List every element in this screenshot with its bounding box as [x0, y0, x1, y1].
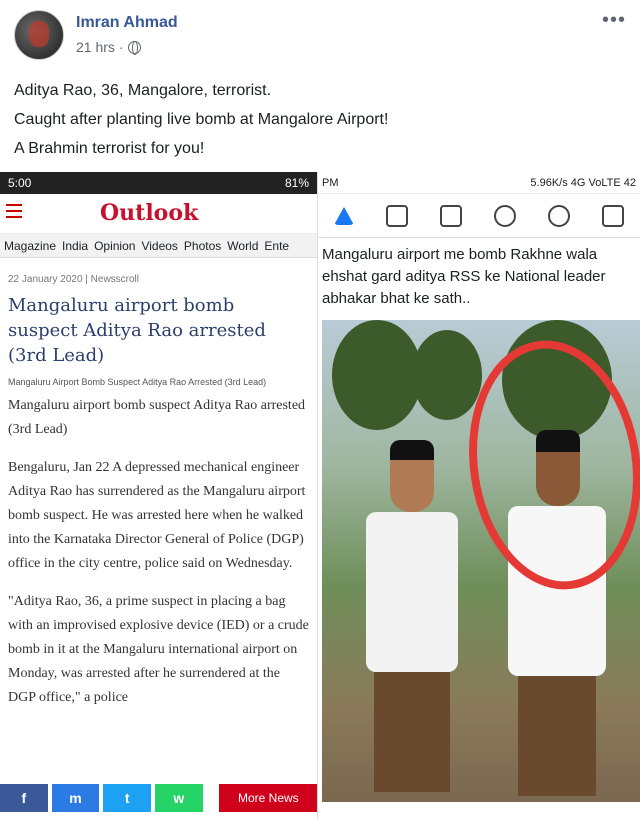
- status-right: 5.96K/s 4G VoLTE 42: [530, 176, 636, 189]
- nav-item[interactable]: Ente: [264, 239, 289, 253]
- status-battery: 81%: [284, 176, 309, 190]
- fb-nav: [318, 194, 640, 238]
- post-line: A Brahmin terrorist for you!: [14, 140, 205, 157]
- article-lead: Mangaluru airport bomb suspect Aditya Ra…: [8, 398, 306, 437]
- status-time: 5:00: [8, 176, 32, 190]
- more-news-button[interactable]: More News: [218, 784, 317, 812]
- article-date: 22 January 2020 | Newsscroll: [8, 274, 139, 285]
- author-avatar[interactable]: [14, 10, 64, 60]
- nav-item[interactable]: Videos: [141, 239, 177, 253]
- whatsapp-share-button[interactable]: w: [155, 784, 203, 812]
- menu-icon[interactable]: [602, 204, 624, 227]
- status-bar: PM 5.96K/s 4G VoLTE 42: [318, 172, 640, 194]
- twitter-share-button[interactable]: t: [103, 784, 152, 812]
- profile-icon[interactable]: [494, 204, 516, 227]
- article: 22 January 2020 | Newsscroll Mangaluru a…: [0, 258, 317, 710]
- post-line: Caught after planting live bomb at Manga…: [14, 111, 389, 128]
- bell-icon[interactable]: [548, 204, 570, 227]
- article-body: Bengaluru, Jan 22 A depressed mechanical…: [8, 460, 306, 571]
- status-bar: 5:00 81%: [0, 172, 317, 194]
- article-body: "Aditya Rao, 36, a prime suspect in plac…: [8, 594, 309, 705]
- outlook-logo[interactable]: Outlook: [100, 200, 198, 226]
- outlook-header: Outlook: [0, 194, 317, 234]
- facebook-share-button[interactable]: f: [0, 784, 48, 812]
- post-photo[interactable]: [322, 320, 640, 802]
- outlook-nav: Magazine India Opinion Videos Photos Wor…: [0, 234, 317, 258]
- menu-icon[interactable]: [6, 204, 22, 218]
- video-icon[interactable]: [386, 204, 408, 227]
- outlook-screenshot[interactable]: 5:00 81% Outlook Magazine India Opinion …: [0, 172, 318, 819]
- nav-item[interactable]: World: [227, 239, 258, 253]
- nav-item[interactable]: Photos: [184, 239, 221, 253]
- share-bar: f m t w More News: [0, 783, 317, 813]
- messenger-share-button[interactable]: m: [51, 784, 100, 812]
- post-text: Aditya Rao, 36, Mangalore, terrorist. Ca…: [14, 76, 388, 163]
- marketplace-icon[interactable]: [440, 204, 462, 227]
- nav-item[interactable]: Opinion: [94, 239, 135, 253]
- post-meta: 21 hrs ·: [76, 39, 141, 55]
- post-caption: Mangaluru airport me bomb Rakhne wala eh…: [322, 246, 606, 307]
- nav-item[interactable]: Magazine: [4, 239, 56, 253]
- person-left: [362, 440, 462, 800]
- nav-item[interactable]: India: [62, 239, 88, 253]
- facebook-screenshot[interactable]: PM 5.96K/s 4G VoLTE 42 Mangaluru airport…: [318, 172, 640, 819]
- home-icon[interactable]: [334, 206, 354, 225]
- globe-icon: [127, 40, 141, 55]
- article-headline: Mangaluru airport bomb suspect Aditya Ra…: [8, 295, 266, 366]
- post-line: Aditya Rao, 36, Mangalore, terrorist.: [14, 82, 272, 99]
- more-options-icon[interactable]: •••: [602, 10, 626, 30]
- meta-separator: ·: [118, 39, 124, 55]
- author-name[interactable]: Imran Ahmad: [76, 14, 178, 32]
- post-time[interactable]: 21 hrs: [76, 39, 115, 55]
- status-left: PM: [322, 176, 339, 189]
- article-subtag: Mangaluru Airport Bomb Suspect Aditya Ra…: [8, 377, 267, 387]
- post-header: Imran Ahmad 21 hrs · •••: [14, 10, 626, 62]
